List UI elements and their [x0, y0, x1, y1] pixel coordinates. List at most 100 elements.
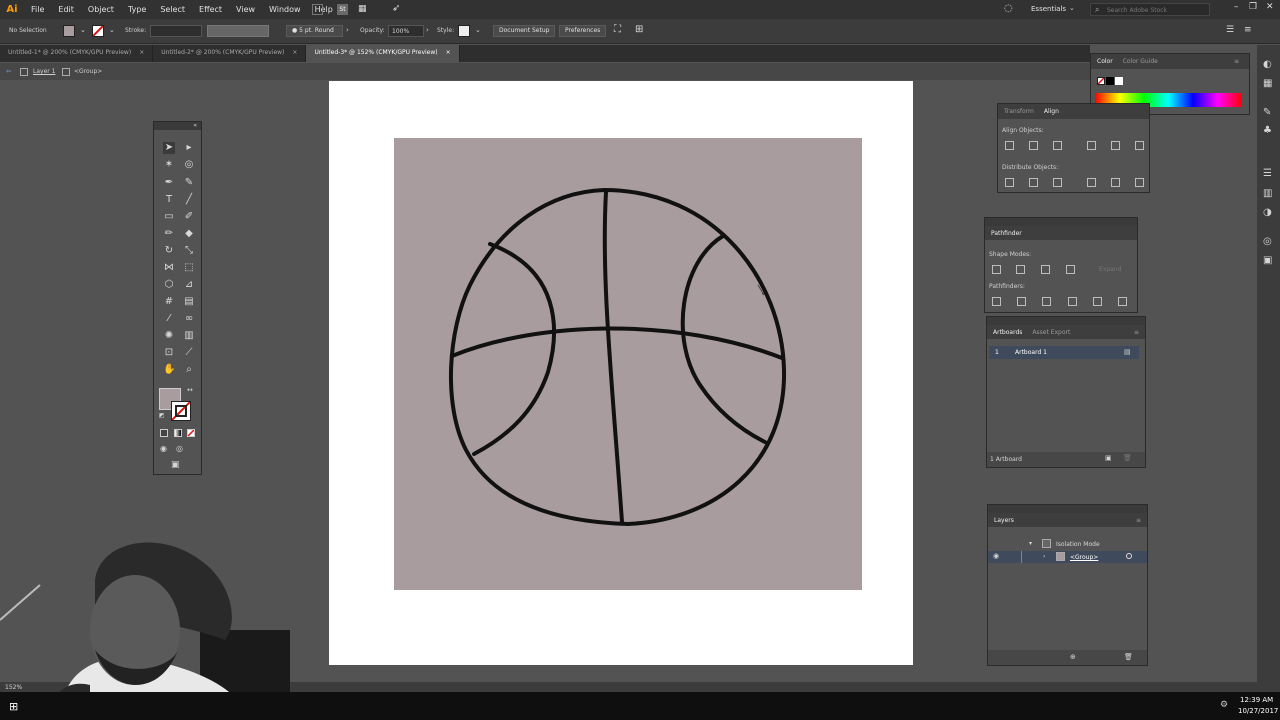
- shape-builder-icon[interactable]: ⬡: [163, 279, 175, 291]
- collapse-arrow-icon[interactable]: ▾: [1029, 540, 1032, 547]
- arrange-documents-icon[interactable]: ▦: [358, 4, 370, 15]
- gpu-rocket-icon[interactable]: ➶: [392, 3, 404, 15]
- close-icon[interactable]: ✕: [1266, 2, 1274, 12]
- direct-selection-tool-icon[interactable]: ▸: [183, 142, 195, 154]
- group-layer-row[interactable]: ◉ › <Group>: [988, 551, 1147, 563]
- tab-layers[interactable]: Layers: [994, 517, 1014, 524]
- isolation-mode-row[interactable]: ▾ Isolation Mode: [988, 538, 1147, 550]
- artboard-options-icon[interactable]: ▤: [1124, 348, 1131, 356]
- stroke-panel-icon[interactable]: ☰: [1263, 168, 1272, 179]
- appearance-panel-icon[interactable]: ◎: [1263, 236, 1272, 247]
- basketball-drawing[interactable]: [394, 138, 862, 590]
- target-icon[interactable]: [1126, 553, 1132, 559]
- perspective-grid-icon[interactable]: ⊿: [183, 279, 195, 291]
- tab-asset-export[interactable]: Asset Export: [1032, 329, 1070, 336]
- blend-tool-icon[interactable]: ∞: [183, 313, 195, 325]
- crop-icon[interactable]: [1068, 297, 1077, 306]
- artboard-row[interactable]: 1 Artboard 1 ▤: [989, 346, 1139, 359]
- tab-color[interactable]: Color: [1097, 58, 1113, 65]
- back-arrow-icon[interactable]: ⇦: [6, 68, 11, 75]
- distribute-top-icon[interactable]: [1005, 178, 1014, 187]
- minus-back-icon[interactable]: [1118, 297, 1127, 306]
- draw-behind-icon[interactable]: ◎: [176, 444, 183, 453]
- menu-view[interactable]: View: [229, 5, 262, 14]
- lasso-icon[interactable]: ◎: [183, 159, 195, 171]
- panel-menu-icon[interactable]: ≡: [1136, 517, 1141, 524]
- eyedropper-icon[interactable]: ⁄: [163, 313, 175, 325]
- symbol-sprayer-icon[interactable]: ✺: [163, 330, 175, 342]
- stock-search-input[interactable]: ⌕ Search Adobe Stock: [1090, 3, 1210, 16]
- zoom-tool-icon[interactable]: ⌕: [183, 364, 195, 376]
- fill-dropdown-icon[interactable]: ⌄: [80, 26, 86, 34]
- eraser-icon[interactable]: ◆: [183, 228, 195, 240]
- style-swatch[interactable]: [458, 25, 470, 37]
- network-icon[interactable]: ⚙: [1220, 700, 1228, 710]
- swatches-panel-icon[interactable]: ▦: [1263, 78, 1272, 89]
- tab-align[interactable]: Align: [1044, 108, 1059, 115]
- gradient-tool-icon[interactable]: ▤: [183, 296, 195, 308]
- chevron-down-icon[interactable]: ⌄: [1069, 4, 1075, 12]
- transform-icon[interactable]: ⛶: [614, 24, 621, 35]
- merge-icon[interactable]: [1042, 297, 1051, 306]
- breadcrumb-group[interactable]: <Group>: [74, 68, 102, 75]
- rotate-tool-icon[interactable]: ↻: [163, 245, 175, 257]
- hand-tool-icon[interactable]: ✋: [163, 364, 175, 376]
- panel-options-icon[interactable]: ≡: [1244, 25, 1252, 35]
- lightbulb-icon[interactable]: ◌: [1004, 3, 1013, 14]
- menu-type[interactable]: Type: [121, 5, 153, 14]
- restore-icon[interactable]: ❐: [1249, 2, 1257, 12]
- type-tool-icon[interactable]: T: [163, 194, 175, 206]
- brushes-panel-icon[interactable]: ✎: [1263, 107, 1271, 118]
- pathfinder-drag-bar[interactable]: [985, 218, 1137, 226]
- new-artboard-icon[interactable]: ▣: [1105, 454, 1112, 462]
- line-tool-icon[interactable]: ╱: [183, 194, 195, 206]
- align-top-icon[interactable]: [1087, 141, 1096, 150]
- menu-file[interactable]: File: [24, 5, 51, 14]
- tab-transform[interactable]: Transform: [1004, 108, 1034, 115]
- selection-tool-icon[interactable]: ➤: [163, 142, 175, 154]
- menu-object[interactable]: Object: [81, 5, 121, 14]
- align-bottom-icon[interactable]: [1135, 141, 1144, 150]
- transparency-panel-icon[interactable]: ◑: [1263, 207, 1272, 218]
- locate-object-icon[interactable]: ⊕: [1070, 653, 1076, 661]
- fill-swatch[interactable]: [63, 25, 75, 37]
- tab-untitled-3[interactable]: Untitled-3* @ 152% (CMYK/GPU Preview) ×: [306, 45, 460, 62]
- magic-wand-icon[interactable]: ✶: [163, 159, 175, 171]
- align-to-icon[interactable]: ⊞: [635, 24, 643, 35]
- shaper-tool-icon[interactable]: ✏: [163, 228, 175, 240]
- stroke-swatch[interactable]: [92, 25, 104, 37]
- menu-edit[interactable]: Edit: [51, 5, 81, 14]
- distribute-hcenter-icon[interactable]: [1111, 178, 1120, 187]
- panel-menu-icon[interactable]: ≡: [1134, 329, 1139, 336]
- align-left-icon[interactable]: [1005, 141, 1014, 150]
- preferences-button[interactable]: Preferences: [559, 25, 607, 37]
- bridge-icon[interactable]: [312, 4, 323, 15]
- breadcrumb-layer[interactable]: Layer 1: [33, 68, 55, 75]
- pen-tool-icon[interactable]: ✒: [163, 177, 175, 189]
- stock-icon[interactable]: St: [337, 4, 348, 15]
- document-setup-button[interactable]: Document Setup: [493, 25, 556, 37]
- style-chevron-icon[interactable]: ⌄: [475, 26, 481, 34]
- windows-start-icon[interactable]: ⊞: [9, 700, 18, 713]
- delete-artboard-icon[interactable]: 🗑: [1123, 454, 1132, 462]
- graphic-styles-panel-icon[interactable]: ▣: [1263, 255, 1272, 266]
- collapse-icon[interactable]: «: [193, 122, 197, 129]
- trim-icon[interactable]: [1017, 297, 1026, 306]
- stroke-weight-field[interactable]: [150, 25, 202, 37]
- distribute-bottom-icon[interactable]: [1053, 178, 1062, 187]
- color-mode-icon[interactable]: [160, 429, 168, 437]
- gradient-panel-icon[interactable]: ▥: [1263, 188, 1272, 199]
- stroke-color-box[interactable]: [171, 401, 191, 421]
- outline-icon[interactable]: [1093, 297, 1102, 306]
- tab-close-icon[interactable]: ×: [139, 49, 144, 56]
- expand-button[interactable]: Expand: [1099, 266, 1121, 273]
- color-panel-icon[interactable]: ◐: [1263, 59, 1272, 70]
- delete-layer-icon[interactable]: 🗑: [1124, 653, 1133, 661]
- expand-arrow-icon[interactable]: ›: [1043, 553, 1045, 560]
- opacity-chevron-icon[interactable]: ›: [426, 26, 429, 34]
- slice-tool-icon[interactable]: ⟋: [183, 347, 195, 359]
- width-tool-icon[interactable]: ⋈: [163, 262, 175, 274]
- intersect-icon[interactable]: [1041, 265, 1050, 274]
- tab-close-icon[interactable]: ×: [446, 49, 451, 56]
- align-hcenter-icon[interactable]: [1029, 141, 1038, 150]
